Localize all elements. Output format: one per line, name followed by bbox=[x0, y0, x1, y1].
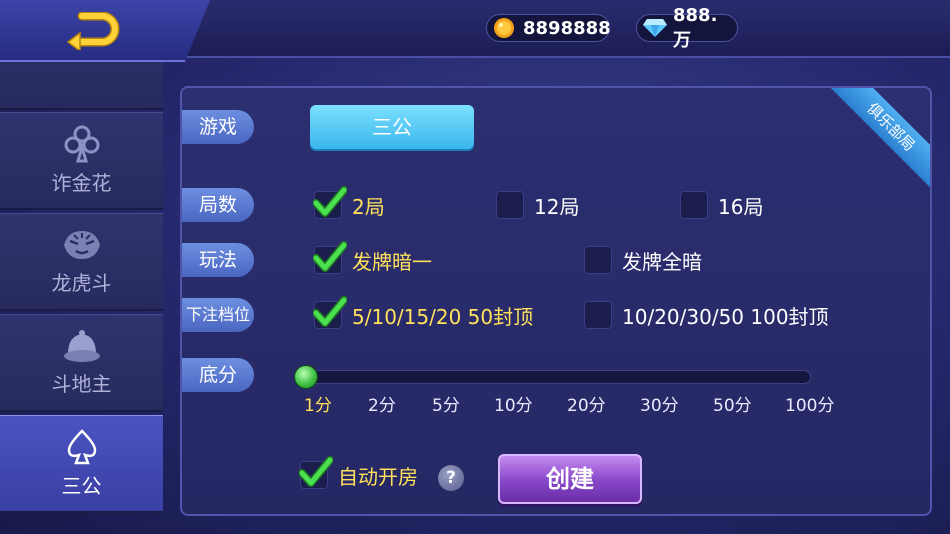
base-score-tick[interactable]: 100分 bbox=[785, 391, 834, 416]
option-label: 发牌全暗 bbox=[622, 249, 702, 274]
sidebar-item-label: 三公 bbox=[61, 474, 102, 498]
spade-icon bbox=[67, 429, 96, 465]
gold-counter: 8898888 bbox=[486, 14, 611, 42]
game-row-label: 游戏 bbox=[182, 110, 254, 144]
play-row-label: 玩法 bbox=[182, 243, 254, 277]
rounds-row-label: 局数 bbox=[182, 188, 254, 222]
sidebar-item-sangong[interactable]: 三公 bbox=[0, 415, 163, 513]
checkmark-icon bbox=[313, 241, 347, 272]
checkbox[interactable] bbox=[680, 191, 708, 219]
checkbox[interactable] bbox=[313, 296, 347, 329]
play-option-deal-all-hidden[interactable]: 发牌全暗 bbox=[584, 245, 702, 275]
club-icon bbox=[64, 125, 99, 163]
auto-open-room-option[interactable]: 自动开房 bbox=[299, 456, 418, 490]
rounds-option-2[interactable]: 2局 bbox=[313, 186, 385, 220]
option-label: 10/20/30/50 100封顶 bbox=[622, 304, 829, 329]
checkbox[interactable] bbox=[313, 186, 347, 219]
checkbox[interactable] bbox=[496, 191, 524, 219]
checkbox[interactable] bbox=[584, 246, 612, 274]
sidebar-item-partial[interactable] bbox=[0, 62, 163, 110]
base-score-tick[interactable]: 2分 bbox=[368, 391, 396, 416]
checkmark-icon bbox=[299, 456, 333, 487]
base-score-tick[interactable]: 20分 bbox=[567, 391, 606, 416]
base-score-slider-track[interactable] bbox=[295, 370, 811, 384]
club-game-ribbon: 俱乐部局 bbox=[827, 88, 930, 191]
option-label: 2局 bbox=[352, 194, 385, 219]
checkbox[interactable] bbox=[299, 456, 333, 489]
game-select-button[interactable]: 三公 bbox=[310, 105, 474, 149]
base-score-tick[interactable]: 10分 bbox=[494, 391, 533, 416]
checkmark-icon bbox=[313, 186, 347, 217]
checkmark-icon bbox=[313, 296, 347, 327]
sidebar-item-doudizhu[interactable]: 斗地主 bbox=[0, 314, 163, 412]
bet-row-label: 下注档位 bbox=[182, 298, 254, 332]
base-score-tick[interactable]: 30分 bbox=[640, 391, 679, 416]
option-label: 发牌暗一 bbox=[352, 249, 432, 274]
back-button[interactable] bbox=[62, 11, 122, 53]
base-score-tick[interactable]: 1分 bbox=[304, 391, 332, 416]
diamond-amount: 888.万 bbox=[673, 4, 718, 51]
bet-option-50-cap[interactable]: 5/10/15/20 50封顶 bbox=[313, 296, 534, 330]
option-label: 自动开房 bbox=[338, 464, 418, 489]
sidebar-item-zhajinhua[interactable]: 诈金花 bbox=[0, 112, 163, 210]
rounds-option-16[interactable]: 16局 bbox=[680, 190, 763, 220]
checkbox[interactable] bbox=[584, 301, 612, 329]
gold-amount: 8898888 bbox=[523, 17, 611, 39]
hat-icon bbox=[63, 330, 100, 362]
back-arrow-icon bbox=[66, 11, 120, 53]
base-score-tick[interactable]: 5分 bbox=[432, 391, 460, 416]
sidebar-item-longhudou[interactable]: 龙虎斗 bbox=[0, 213, 163, 311]
tiger-icon bbox=[63, 231, 100, 259]
option-label: 16局 bbox=[718, 194, 764, 219]
option-label: 5/10/15/20 50封顶 bbox=[352, 304, 534, 329]
checkbox[interactable] bbox=[313, 241, 347, 274]
sidebar-item-label: 龙虎斗 bbox=[51, 271, 112, 295]
base-score-slider-knob[interactable] bbox=[294, 365, 318, 389]
base-score-row-label: 底分 bbox=[182, 358, 254, 392]
bet-option-100-cap[interactable]: 10/20/30/50 100封顶 bbox=[584, 300, 829, 330]
help-icon[interactable]: ? bbox=[438, 465, 464, 491]
create-room-button[interactable]: 创建 bbox=[498, 454, 642, 504]
play-option-deal-one-hidden[interactable]: 发牌暗一 bbox=[313, 241, 432, 275]
sidebar-item-label: 诈金花 bbox=[51, 171, 112, 195]
diamond-icon bbox=[643, 17, 667, 39]
game-sidebar: 诈金花 龙虎斗 斗地主 三公 bbox=[0, 62, 163, 534]
diamond-counter: 888.万 bbox=[636, 5, 738, 51]
base-score-tick[interactable]: 50分 bbox=[713, 391, 752, 416]
option-label: 12局 bbox=[534, 194, 580, 219]
gold-coin-icon bbox=[493, 17, 515, 39]
rounds-option-12[interactable]: 12局 bbox=[496, 190, 579, 220]
sidebar-item-label: 斗地主 bbox=[51, 372, 112, 396]
room-settings-panel: 俱乐部局 游戏 三公 局数 2局 12局 16局 玩法 发牌暗一 发牌全暗 下注… bbox=[180, 86, 932, 516]
